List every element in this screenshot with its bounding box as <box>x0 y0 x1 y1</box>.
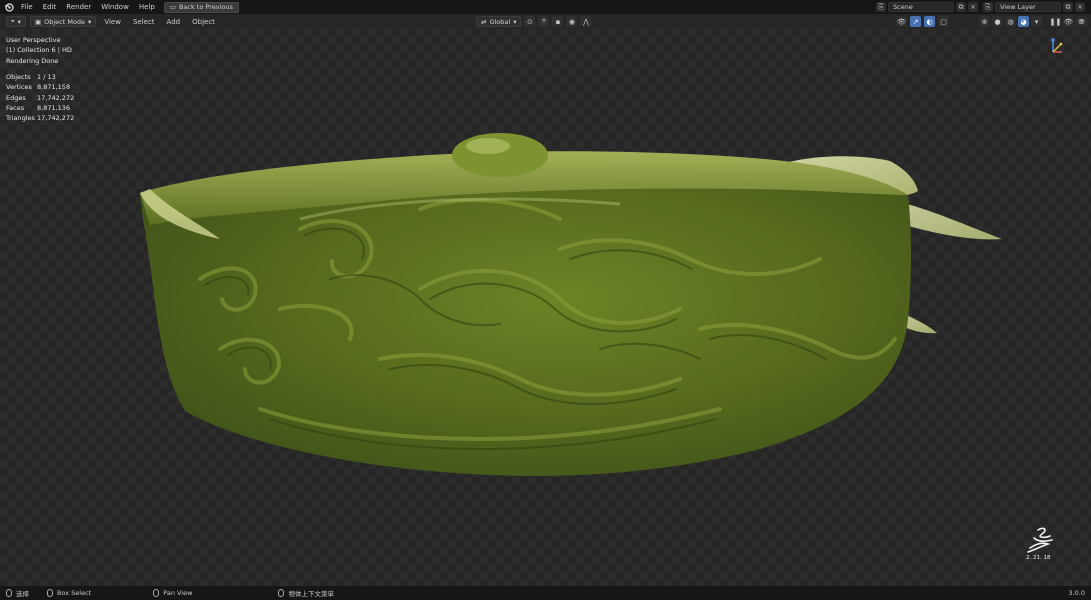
visibility-icon[interactable]: 👁 <box>896 16 907 27</box>
view-name: User Perspective <box>6 36 61 44</box>
jade-sculpture-render <box>140 133 1002 476</box>
orientation-label: Global <box>489 17 511 26</box>
stat-row: Edges 17,742,272 <box>6 93 74 103</box>
view-layer-field[interactable]: View Layer <box>995 2 1061 12</box>
object-mode-icon: ▣ <box>34 17 42 26</box>
stat-row: Triangles 17,742,272 <box>6 113 74 123</box>
mouse-right-icon <box>278 589 285 597</box>
fullscreen-back-icon: ▭ <box>169 3 176 11</box>
stat-value: 1 / 13 <box>37 73 56 81</box>
version-label: 3.0.0 <box>1068 589 1085 597</box>
stat-label: Triangles <box>6 114 35 123</box>
stat-value: 8,871,158 <box>37 83 71 92</box>
mouse-left-icon <box>6 589 12 597</box>
overlays-icon[interactable]: ◐ <box>924 16 935 27</box>
collection-name: (1) Collection 6 | HD <box>6 46 72 55</box>
menu-render[interactable]: Render <box>61 0 96 14</box>
gizmo-icon[interactable]: ↗ <box>910 16 921 27</box>
menu-select[interactable]: Select <box>129 18 159 26</box>
menu-window[interactable]: Window <box>96 0 134 14</box>
remove-view-layer-icon[interactable]: × <box>1075 2 1085 12</box>
top-menu-bar: File Edit Render Window Help ▭ Back to P… <box>0 0 1091 14</box>
status-box-select: Box Select <box>41 589 91 597</box>
menu-help[interactable]: Help <box>134 0 160 14</box>
status-context-menu-label: 物体上下文菜单 <box>288 590 334 598</box>
solid-shading-icon[interactable]: ● <box>992 16 1003 27</box>
chevron-down-icon: ▾ <box>88 17 92 26</box>
material-shading-icon[interactable]: ◍ <box>1005 16 1016 27</box>
menu-file[interactable]: File <box>16 0 38 14</box>
filter-icon[interactable]: ⛃ <box>1076 16 1087 27</box>
object-mode-select[interactable]: ▣ Object Mode ▾ <box>29 16 97 27</box>
shading-controls: ⊕ ● ◍ ◕ ▾ ❚❚ 👁 ⛃ <box>979 16 1087 27</box>
new-scene-icon[interactable]: ⧉ <box>956 2 966 12</box>
status-select: 选择 <box>0 588 29 598</box>
status-context-menu: 物体上下文菜单 <box>272 588 334 598</box>
orientation-icon: ⇄ <box>481 17 487 26</box>
stat-row: Vertices 8,871,158 <box>6 82 74 92</box>
mouse-drag-icon <box>47 589 53 597</box>
artist-signature: 2. 21. 18 <box>1026 527 1053 561</box>
blender-logo-icon[interactable] <box>2 0 16 14</box>
view-layer-browse-icon[interactable]: ⎘ <box>983 2 993 12</box>
scene-browse-icon[interactable]: ⎘ <box>876 2 886 12</box>
stat-label: Edges <box>6 93 26 102</box>
shading-options-icon[interactable]: ▾ <box>1031 16 1042 27</box>
stat-row: Objects 1 / 13 <box>6 72 74 82</box>
status-pan-view: Pan View <box>147 589 192 597</box>
menu-object[interactable]: Object <box>188 18 219 26</box>
object-mode-label: Object Mode <box>44 17 86 26</box>
proportional-edit-icon[interactable]: ◉ <box>566 16 578 27</box>
menu-add[interactable]: Add <box>163 18 185 26</box>
back-to-previous-button[interactable]: ▭ Back to Previous <box>163 1 239 13</box>
rendered-shading-icon[interactable]: ◕ <box>1018 16 1029 27</box>
3d-viewport[interactable]: User Perspective (1) Collection 6 | HD R… <box>0 29 1091 586</box>
chevron-down-icon: ▾ <box>513 17 517 26</box>
pause-render-icon[interactable]: ❚❚ <box>1050 16 1061 27</box>
stat-label: Faces <box>6 103 25 112</box>
stat-value: 8,871,136 <box>37 103 71 112</box>
navigation-gizmo-icon[interactable] <box>1049 37 1067 55</box>
snap-icon[interactable]: ⌾ <box>538 16 550 27</box>
viewport-header: ⌖ ▾ ▣ Object Mode ▾ View Select Add Objec… <box>0 14 1091 29</box>
stat-label: Objects <box>6 73 31 81</box>
orientation-select[interactable]: ⇄ Global ▾ <box>476 16 522 27</box>
stat-label: Vertices <box>6 83 32 92</box>
xray-icon[interactable]: ▢ <box>938 16 949 27</box>
scene-controls: ⎘ Scene ⧉ × ⎘ View Layer ⧉ × <box>876 0 1091 14</box>
menu-view[interactable]: View <box>100 18 125 26</box>
stat-value: 17,742,272 <box>37 114 75 123</box>
status-select-label: 选择 <box>16 590 29 598</box>
new-view-layer-icon[interactable]: ⧉ <box>1063 2 1073 12</box>
scene-name-field[interactable]: Scene <box>888 2 954 12</box>
wireframe-shading-icon[interactable]: ⊕ <box>979 16 990 27</box>
falloff-icon[interactable]: ⋀ <box>580 16 592 27</box>
signature-date: 2. 21. 18 <box>1026 555 1051 561</box>
snap-target-icon[interactable]: ▪ <box>552 16 564 27</box>
render-status: Rendering Done <box>6 56 59 65</box>
viewport-info: User Perspective (1) Collection 6 | HD R… <box>6 35 72 66</box>
menu-edit[interactable]: Edit <box>38 0 62 14</box>
transform-tools: ⇄ Global ▾ ⊙ ⌾ ▪ ◉ ⋀ <box>476 16 592 27</box>
back-to-previous-label: Back to Previous <box>178 3 233 11</box>
chevron-down-icon: ▾ <box>17 17 21 26</box>
status-pan-view-label: Pan View <box>163 589 193 597</box>
stat-value: 17,742,272 <box>37 93 75 102</box>
remove-scene-icon[interactable]: × <box>968 2 978 12</box>
editor-type-select[interactable]: ⌖ ▾ <box>6 16 26 27</box>
pivot-point-icon[interactable]: ⊙ <box>524 16 536 27</box>
viewport-toggles: 👁 ↗ ◐ ▢ <box>896 16 949 27</box>
status-bar: 选择 Box Select Pan View 物体上下文菜单 3.0.0 <box>0 586 1091 600</box>
scene-statistics: Objects 1 / 13 Vertices 8,871,158 Edges 17,… <box>6 72 74 123</box>
3d-viewport-icon: ⌖ <box>11 17 15 25</box>
stat-row: Faces 8,871,136 <box>6 103 74 113</box>
mouse-middle-icon <box>153 589 160 597</box>
hide-icon[interactable]: 👁 <box>1063 16 1074 27</box>
status-box-select-label: Box Select <box>57 589 92 597</box>
